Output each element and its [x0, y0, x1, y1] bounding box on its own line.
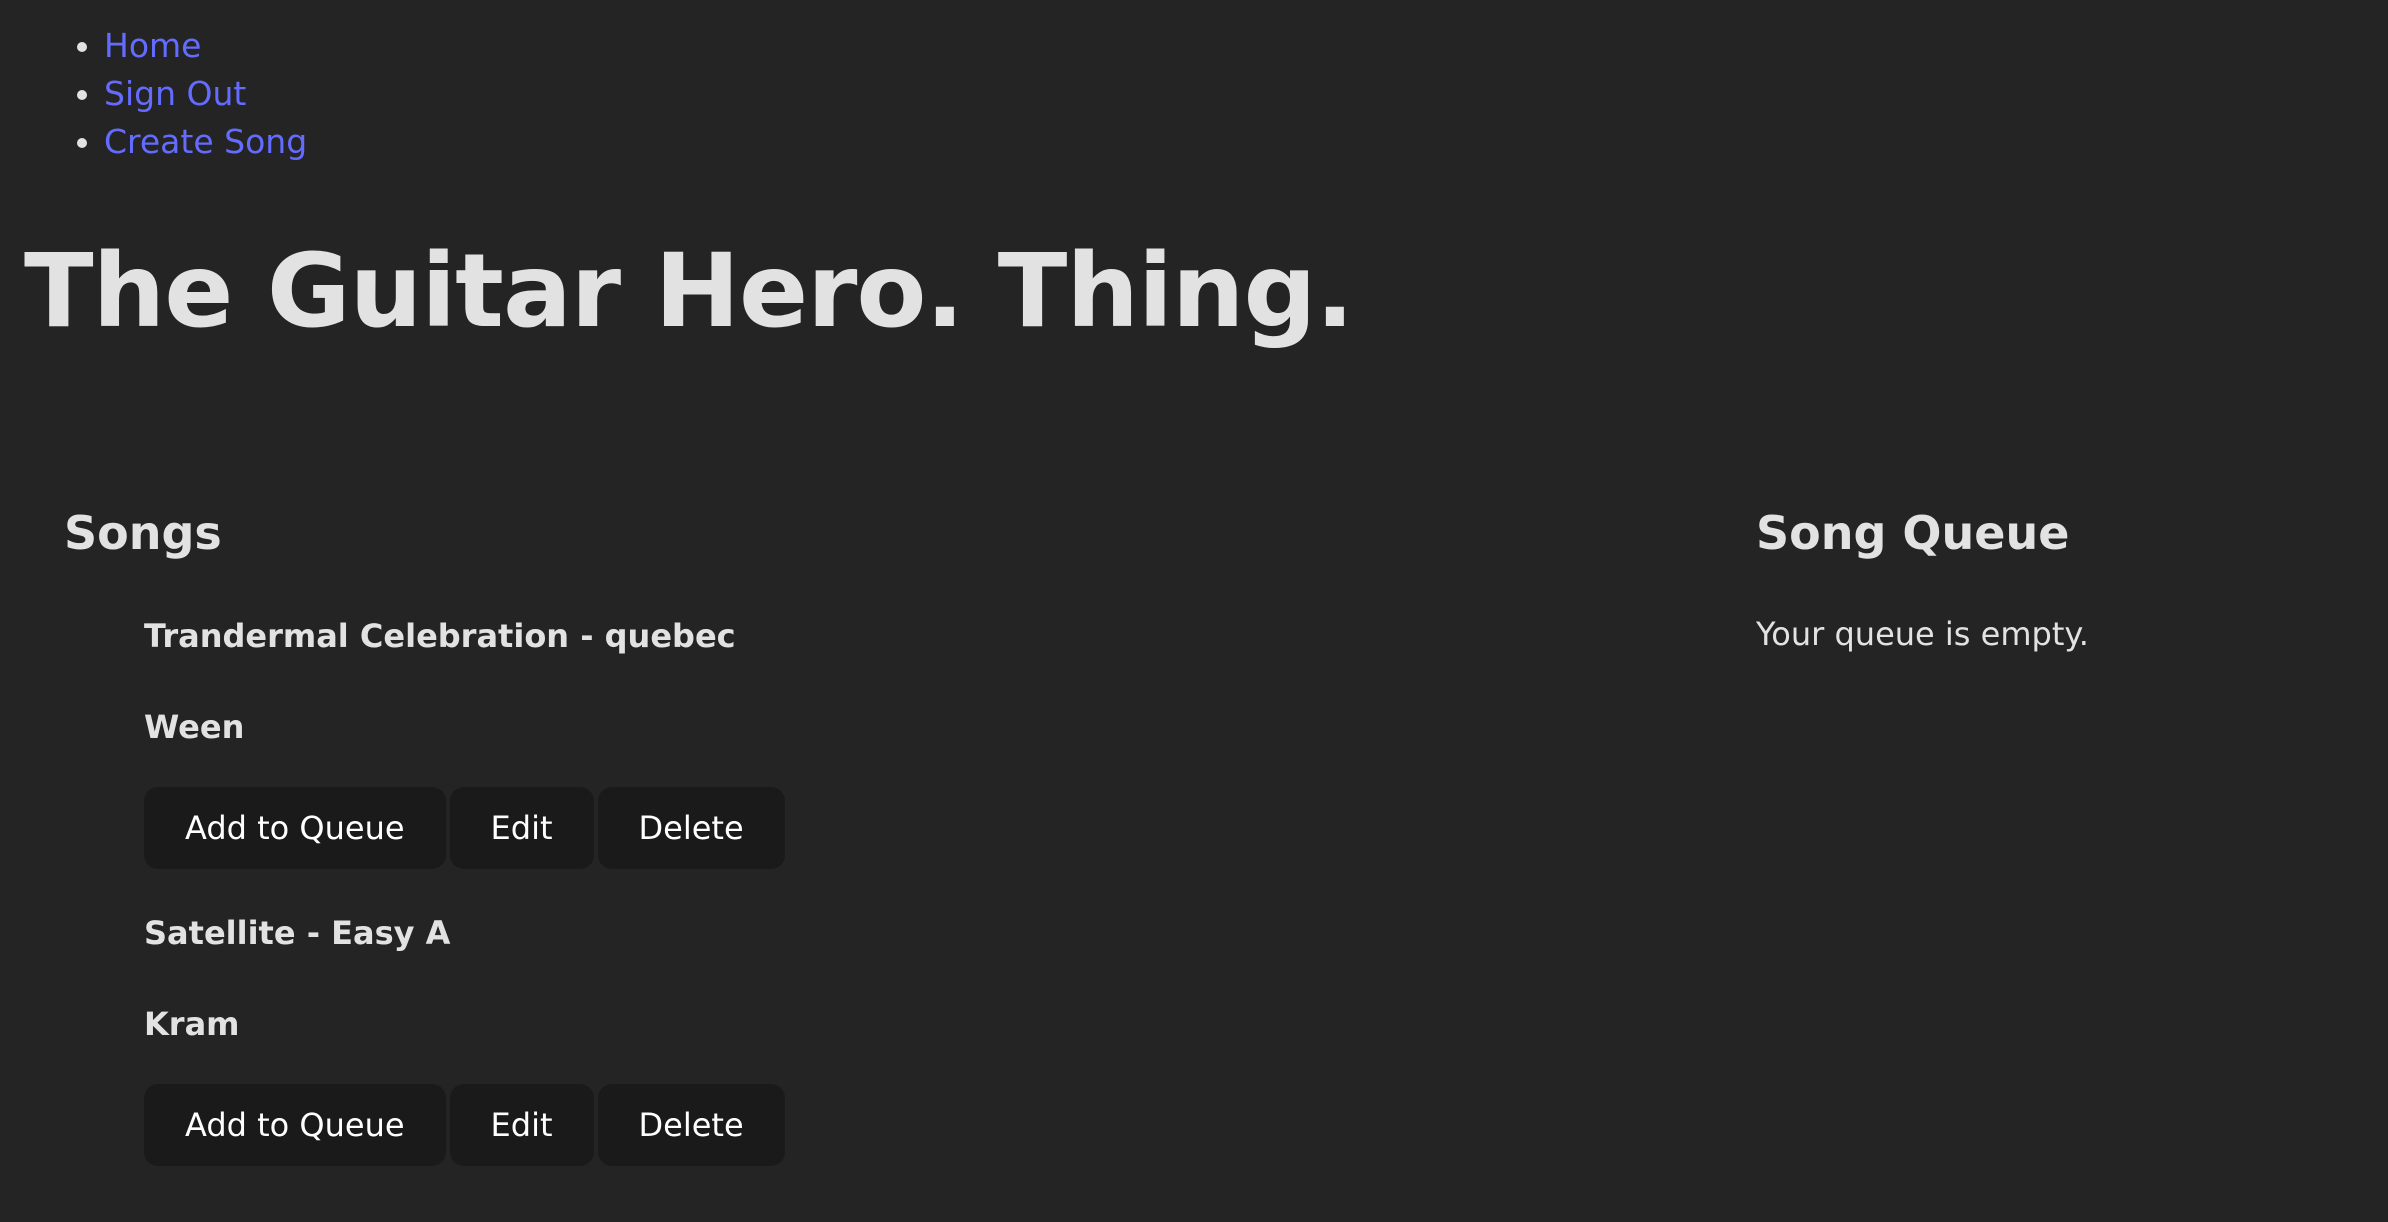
song-artist: Kram [144, 1005, 240, 1043]
song-title: Satellite - Easy A [144, 914, 451, 952]
queue-empty-message: Your queue is empty. [1756, 615, 2089, 653]
add-to-queue-button[interactable]: Add to Queue [144, 787, 446, 869]
song-actions: Add to Queue Edit Delete [144, 1084, 1664, 1166]
nav-link-home[interactable]: Home [104, 26, 201, 65]
nav-item-sign-out: Sign Out [104, 70, 307, 118]
page-title: The Guitar Hero. Thing. [24, 232, 1354, 351]
songs-section: Songs Trandermal Celebration - quebec We… [64, 500, 1664, 1166]
add-to-queue-button[interactable]: Add to Queue [144, 1084, 446, 1166]
nav-link-sign-out[interactable]: Sign Out [104, 74, 246, 113]
song-list: Trandermal Celebration - quebec Ween Add… [64, 566, 1664, 1166]
songs-heading: Songs [64, 506, 222, 560]
song-artist: Ween [144, 708, 245, 746]
song-actions: Add to Queue Edit Delete [144, 787, 1664, 869]
edit-button[interactable]: Edit [449, 1084, 594, 1166]
edit-button[interactable]: Edit [449, 787, 594, 869]
song-item: Trandermal Celebration - quebec Ween Add… [144, 566, 1664, 869]
song-item: Satellite - Easy A Kram Add to Queue Edi… [144, 869, 1664, 1166]
nav-item-home: Home [104, 22, 307, 70]
nav-menu: Home Sign Out Create Song [0, 22, 307, 166]
delete-button[interactable]: Delete [597, 1084, 785, 1166]
song-queue-section: Song Queue Your queue is empty. [1756, 500, 2356, 654]
nav-item-create-song: Create Song [104, 118, 307, 166]
page: Home Sign Out Create Song The Guitar Her… [0, 0, 2388, 1222]
delete-button[interactable]: Delete [597, 787, 785, 869]
song-title: Trandermal Celebration - quebec [144, 617, 736, 655]
nav-link-create-song[interactable]: Create Song [104, 122, 307, 161]
queue-heading: Song Queue [1756, 506, 2070, 560]
